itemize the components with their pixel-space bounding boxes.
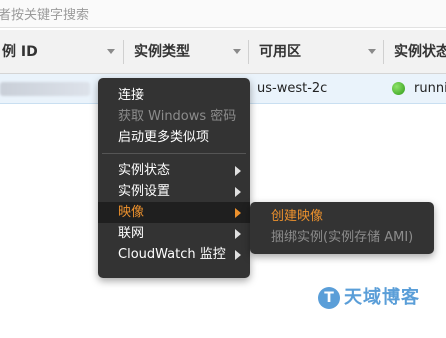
menu-item-image[interactable]: 映像 [98,202,250,223]
sort-caret-icon[interactable] [368,49,376,54]
sort-caret-icon[interactable] [107,49,115,54]
submenu-item-label: 捆绑实例(实例存储 AMI) [271,230,414,245]
column-header-instance-id[interactable]: 例 ID [2,30,38,74]
search-bar[interactable]: 者按关键字搜索 [0,0,446,28]
chevron-right-icon [235,250,241,260]
menu-item-label: 启动更多类似项 [118,130,210,145]
running-status-icon [392,82,405,95]
menu-item-label: 映像 [118,205,145,220]
menu-item-networking[interactable]: 联网 [98,223,250,244]
submenu-item-label: 创建映像 [271,209,324,224]
menu-item-get-windows-password: 获取 Windows 密码 [98,106,250,127]
menu-item-label: 获取 Windows 密码 [118,109,237,124]
submenu-item-create-image[interactable]: 创建映像 [250,206,434,227]
menu-item-label: 实例状态 [118,163,171,178]
menu-item-launch-more-like-this[interactable]: 启动更多类似项 [98,127,250,148]
column-divider[interactable] [123,40,124,64]
menu-item-label: CloudWatch 监控 [118,247,226,262]
column-header-instance-type[interactable]: 实例类型 [134,30,190,74]
menu-item-label: 实例设置 [118,184,171,199]
context-menu: 连接 获取 Windows 密码 启动更多类似项 实例状态 实例设置 映像 联网… [98,78,250,278]
instance-state-cell: runni [414,81,446,96]
redacted-instance-id [0,82,90,96]
column-header-availability-zone[interactable]: 可用区 [259,30,301,74]
submenu-item-bundle-instance: 捆绑实例(实例存储 AMI) [250,227,434,248]
image-submenu: 创建映像 捆绑实例(实例存储 AMI) [250,202,434,254]
chevron-right-icon [235,187,241,197]
chevron-right-icon [235,229,241,239]
watermark-text: 天域博客 [344,287,420,308]
column-divider[interactable] [248,40,249,64]
sort-caret-icon[interactable] [233,49,241,54]
search-input-placeholder[interactable]: 者按关键字搜索 [0,4,89,23]
menu-item-instance-state[interactable]: 实例状态 [98,160,250,181]
menu-item-instance-settings[interactable]: 实例设置 [98,181,250,202]
column-header-instance-state[interactable]: 实例状态 [394,30,446,74]
menu-item-label: 连接 [118,88,145,103]
availability-zone-cell: us-west-2c [257,81,328,96]
menu-item-cloudwatch-monitoring[interactable]: CloudWatch 监控 [98,244,250,265]
chevron-right-icon [235,166,241,176]
watermark-logo-icon: T [318,287,340,309]
menu-item-connect[interactable]: 连接 [98,85,250,106]
chevron-right-icon [235,208,241,218]
menu-divider [102,153,246,154]
table-header: 例 ID 实例类型 可用区 实例状态 [0,30,446,74]
column-divider[interactable] [383,40,384,64]
menu-item-label: 联网 [118,226,145,241]
